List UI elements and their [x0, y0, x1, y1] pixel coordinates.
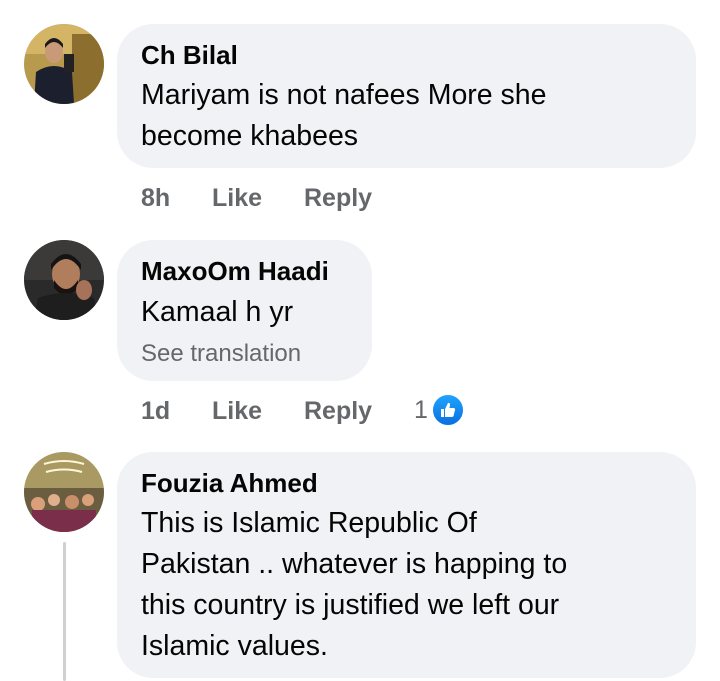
avatar-maxoom-haadi[interactable] — [24, 240, 104, 320]
like-button[interactable]: Like — [212, 184, 262, 213]
comment-author[interactable]: Ch Bilal — [141, 40, 238, 71]
comment-text-line: This is Islamic Republic Of — [141, 507, 477, 539]
comment-timestamp[interactable]: 1d — [141, 397, 170, 426]
see-translation-link[interactable]: See translation — [141, 340, 301, 368]
comment-text-line: Islamic values. — [141, 630, 328, 662]
comment-text-line: this country is justified we left our — [141, 589, 560, 621]
thumbs-up-icon — [430, 393, 465, 427]
comment-author[interactable]: Fouzia Ahmed — [141, 468, 318, 499]
comment-text-line: Pakistan .. whatever is happing to — [141, 548, 568, 580]
reply-button[interactable]: Reply — [304, 184, 372, 213]
thread-line — [63, 542, 66, 681]
comment-bubble: Fouzia Ahmed This is Islamic Republic Of… — [117, 452, 696, 678]
comment-timestamp[interactable]: 8h — [141, 184, 170, 213]
reaction-summary[interactable]: 1 — [414, 393, 465, 427]
comment-text-line: Mariyam is not nafees More she — [141, 79, 547, 111]
comment-bubble: Ch Bilal Mariyam is not nafees More she … — [117, 24, 696, 168]
comment-text-line: Kamaal h yr — [141, 296, 294, 328]
like-button[interactable]: Like — [212, 397, 262, 426]
reaction-count: 1 — [414, 395, 428, 424]
avatar-ch-bilal[interactable] — [24, 24, 104, 104]
comment-text-line: become khabees — [141, 120, 359, 152]
reply-button[interactable]: Reply — [304, 397, 372, 426]
comment-author[interactable]: MaxoOm Haadi — [141, 256, 329, 287]
avatar-fouzia-ahmed[interactable] — [24, 452, 104, 532]
comment-bubble: MaxoOm Haadi Kamaal h yr See translation — [117, 240, 372, 381]
